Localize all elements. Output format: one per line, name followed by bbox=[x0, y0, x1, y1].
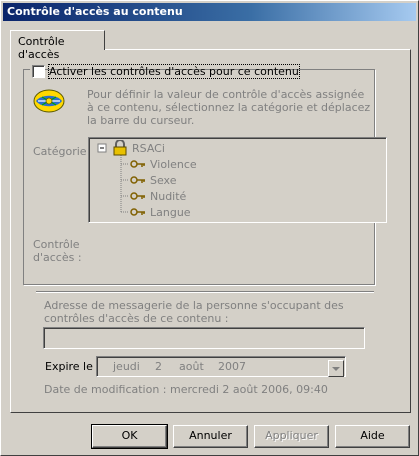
expire-day[interactable]: 2 bbox=[155, 360, 162, 373]
enable-access-control-label[interactable]: Activer les contrôles d'accès pour ce co… bbox=[48, 64, 300, 79]
email-label: Adresse de messagerie de la personne s'o… bbox=[44, 299, 344, 325]
modified-date: Date de modification : mercredi 2 août 2… bbox=[44, 383, 328, 396]
expire-label: Expire le : bbox=[45, 360, 101, 373]
tree-item-violence[interactable]: Violence bbox=[150, 158, 197, 171]
key-icon bbox=[130, 192, 145, 200]
enable-access-control-checkbox[interactable] bbox=[32, 65, 45, 78]
key-icon bbox=[130, 160, 145, 168]
dialog-window: Contrôle d'accès au contenu Contrôle d'a… bbox=[0, 0, 419, 456]
cancel-button[interactable]: Annuler bbox=[173, 425, 248, 448]
apply-button[interactable]: Appliquer bbox=[254, 425, 329, 448]
category-label: Catégorie : bbox=[33, 145, 94, 158]
expire-weekday[interactable]: jeudi bbox=[113, 360, 140, 373]
expire-year[interactable]: 2007 bbox=[218, 360, 246, 373]
tab-access-control[interactable]: Contrôle d'accès bbox=[10, 30, 105, 61]
separator bbox=[36, 291, 374, 293]
ok-button[interactable]: OK bbox=[91, 424, 168, 449]
category-label-text: Catégorie : bbox=[33, 145, 94, 158]
expire-month[interactable]: août bbox=[179, 360, 204, 373]
tree-item-nudite[interactable]: Nudité bbox=[150, 190, 186, 203]
access-control-label: Contrôle d'accès : bbox=[33, 238, 82, 264]
tree-item-langue[interactable]: Langue bbox=[150, 206, 191, 219]
window-title: Contrôle d'accès au contenu bbox=[7, 5, 183, 18]
tree-root-label[interactable]: RSACi bbox=[132, 142, 165, 155]
help-button[interactable]: Aide bbox=[335, 425, 410, 448]
enable-access-control-row[interactable]: Activer les contrôles d'accès pour ce co… bbox=[30, 63, 300, 79]
chevron-down-icon[interactable] bbox=[328, 360, 344, 377]
key-icon bbox=[130, 176, 145, 184]
key-icon bbox=[130, 208, 145, 216]
expire-date-picker[interactable]: jeudi 2 août 2007 bbox=[96, 356, 346, 377]
tree-item-sexe[interactable]: Sexe bbox=[150, 174, 177, 187]
category-tree[interactable]: − RSACi Violence Sexe Nudité Langue bbox=[88, 137, 387, 223]
instructions-text: Pour définir la valeur de contrôle d'acc… bbox=[87, 88, 371, 127]
title-bar[interactable]: Contrôle d'accès au contenu bbox=[3, 3, 416, 21]
email-field[interactable] bbox=[43, 327, 365, 349]
rsac-logo-icon bbox=[33, 89, 65, 113]
tab-label: Contrôle d'accès bbox=[18, 35, 65, 61]
lock-icon bbox=[113, 140, 127, 156]
